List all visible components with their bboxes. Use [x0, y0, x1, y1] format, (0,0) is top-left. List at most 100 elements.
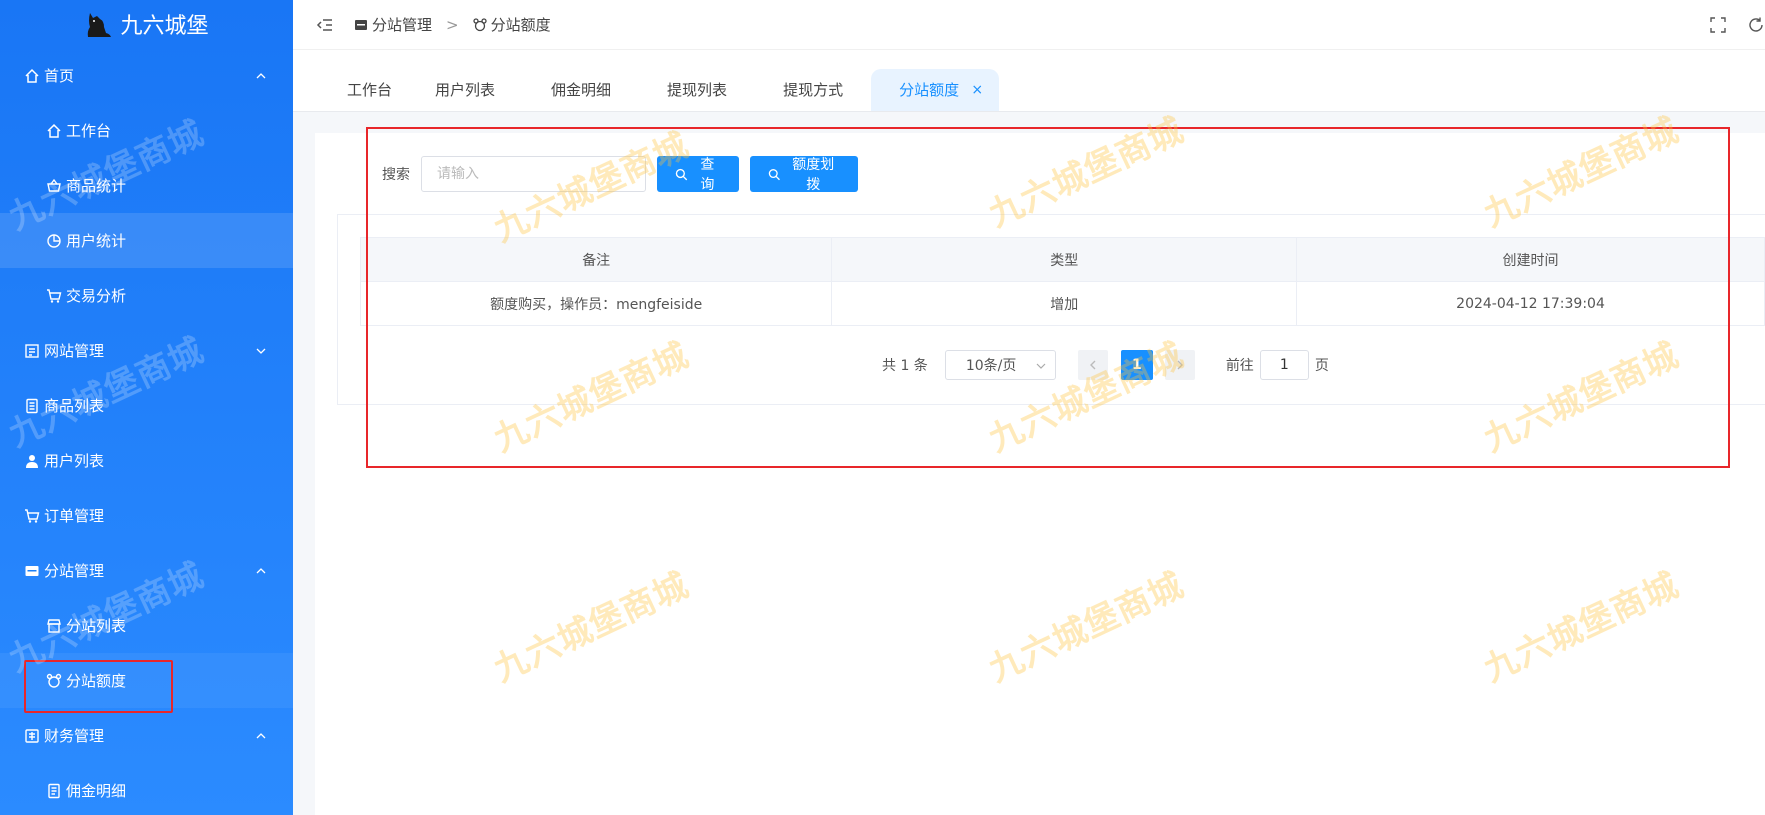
sidebar-item-label: 分站额度: [66, 672, 127, 690]
goto-page-input[interactable]: [1259, 350, 1309, 380]
chevron-up-icon[interactable]: [255, 70, 267, 82]
cart-icon: [25, 508, 40, 523]
query-button[interactable]: 查询: [657, 156, 739, 193]
search-input[interactable]: [421, 156, 646, 192]
table-cell: 额度购买，操作员：mengfeiside: [359, 281, 833, 326]
chevron-up-icon[interactable]: [255, 565, 267, 577]
tabs-bar: 工作台 用户列表 佣金明细 提现列表 提现方式 分站额度 ×: [293, 69, 1765, 112]
sidebar-item-label: 用户统计: [66, 232, 127, 250]
table-header-row: 备注 类型 创建时间: [359, 237, 1765, 282]
tab-item[interactable]: 佣金明细: [523, 69, 639, 111]
sidebar-item-label: 工作台: [66, 122, 112, 140]
tab-label: 提现方式: [783, 81, 844, 99]
sidebar: 九六城堡 首页工作台商品统计用户统计交易分析网站管理商品列表用户列表订单管理分站…: [0, 0, 293, 815]
sidebar-item-label: 网站管理: [44, 342, 105, 360]
total-count: 共 1 条: [882, 358, 928, 374]
app-title: 九六城堡: [120, 14, 209, 39]
sidebar-item[interactable]: 用户列表: [0, 433, 293, 488]
sidebar-item-label: 商品列表: [44, 397, 105, 415]
station-icon: [355, 19, 367, 30]
site-icon: [25, 343, 39, 358]
chevron-left-icon: [1089, 360, 1096, 370]
chevron-up-icon[interactable]: [255, 730, 267, 742]
home-icon: [25, 68, 39, 83]
header-actions: [1709, 0, 1765, 50]
sidebar-item[interactable]: 首页: [0, 48, 293, 103]
sidebar-item[interactable]: 佣金明细: [0, 763, 293, 815]
table-cell: 2024-04-12 17:39:04: [1296, 281, 1765, 326]
top-header: 分站管理 > 分站额度: [293, 0, 1765, 50]
tab-label: 分站额度: [899, 81, 960, 99]
home-icon: [47, 123, 61, 138]
collapse-menu-icon[interactable]: [316, 16, 334, 34]
app-logo[interactable]: 九六城堡: [0, 0, 293, 48]
list-icon: [26, 398, 38, 413]
sidebar-item[interactable]: 交易分析: [0, 268, 293, 323]
doc-icon: [48, 783, 60, 798]
page-size-select[interactable]: 10条/页: [944, 350, 1056, 380]
refresh-icon[interactable]: [1747, 16, 1765, 34]
sidebar-item-label: 首页: [44, 67, 75, 85]
search-bar: 搜索 查询 额度划拨: [382, 156, 858, 193]
sidebar-item-label: 佣金明细: [66, 782, 127, 800]
cat-logo-icon: [88, 13, 112, 37]
sidebar-item-label: 分站列表: [66, 617, 127, 635]
prev-page-button[interactable]: [1077, 350, 1108, 380]
tab-label: 用户列表: [435, 81, 496, 99]
sidebar-item-label: 分站管理: [44, 562, 105, 580]
sidebar-item[interactable]: 订单管理: [0, 488, 293, 543]
user-icon: [26, 454, 38, 468]
allocate-button[interactable]: 额度划拨: [750, 156, 858, 193]
column-header[interactable]: 类型: [831, 237, 1298, 282]
sidebar-item-label: 订单管理: [44, 507, 105, 525]
goto-page: 前往 页: [1226, 350, 1329, 380]
column-header[interactable]: 创建时间: [1296, 237, 1765, 282]
search-label: 搜索: [382, 167, 410, 183]
breadcrumb-separator: >: [446, 15, 459, 34]
quota-table: 备注 类型 创建时间 额度购买，操作员：mengfeiside 增加 2024-04…: [359, 237, 1765, 326]
sidebar-item[interactable]: 分站列表: [0, 598, 293, 653]
breadcrumb: 分站管理 > 分站额度: [354, 14, 551, 35]
tab-label: 提现列表: [667, 81, 728, 99]
tab-item[interactable]: 提现方式: [755, 69, 871, 111]
sidebar-item[interactable]: 分站管理: [0, 543, 293, 598]
close-icon[interactable]: ×: [971, 69, 983, 111]
tab-label: 佣金明细: [551, 81, 612, 99]
sidebar-item-label: 用户列表: [44, 452, 105, 470]
finance-icon: [25, 728, 39, 743]
fullscreen-icon[interactable]: [1709, 16, 1727, 34]
breadcrumb-item[interactable]: 分站管理: [354, 14, 432, 35]
search-icon: [675, 168, 688, 180]
basket-icon: [47, 178, 61, 192]
breadcrumb-item[interactable]: 分站额度: [472, 14, 551, 35]
next-page-button[interactable]: [1164, 350, 1195, 380]
tab-item[interactable]: 提现列表: [639, 69, 755, 111]
sidebar-item[interactable]: 分站额度: [0, 653, 293, 708]
tab-item[interactable]: 用户列表: [407, 69, 523, 111]
chevron-down-icon: [1036, 363, 1046, 369]
page-number[interactable]: 1: [1120, 350, 1153, 380]
bear-icon: [472, 17, 487, 31]
table-row: 额度购买，操作员：mengfeiside 增加 2024-04-12 17:39:0…: [359, 281, 1765, 326]
cart-icon: [47, 288, 62, 303]
chevron-down-icon[interactable]: [255, 345, 267, 357]
sidebar-item[interactable]: 用户统计: [0, 213, 293, 268]
sidebar-item-label: 商品统计: [66, 177, 127, 195]
pagination: 共 1 条 10条/页 1 前往 页: [882, 350, 1329, 380]
column-header[interactable]: 备注: [359, 237, 833, 282]
search-icon: [768, 168, 780, 180]
sidebar-item-label: 交易分析: [66, 287, 127, 305]
sidebar-item[interactable]: 工作台: [0, 103, 293, 158]
bear-icon: [46, 673, 62, 688]
tab-label: 工作台: [347, 81, 393, 99]
sidebar-item-label: 财务管理: [44, 727, 105, 745]
tab-item[interactable]: 分站额度 ×: [871, 69, 1000, 111]
sidebar-item[interactable]: 商品列表: [0, 378, 293, 433]
table-cell: 增加: [831, 281, 1298, 326]
tab-item[interactable]: 工作台: [320, 69, 407, 111]
sidebar-item[interactable]: 商品统计: [0, 158, 293, 213]
shop-icon: [47, 618, 61, 633]
sidebar-item[interactable]: 财务管理: [0, 708, 293, 763]
chevron-right-icon: [1177, 360, 1183, 370]
sidebar-item[interactable]: 网站管理: [0, 323, 293, 378]
